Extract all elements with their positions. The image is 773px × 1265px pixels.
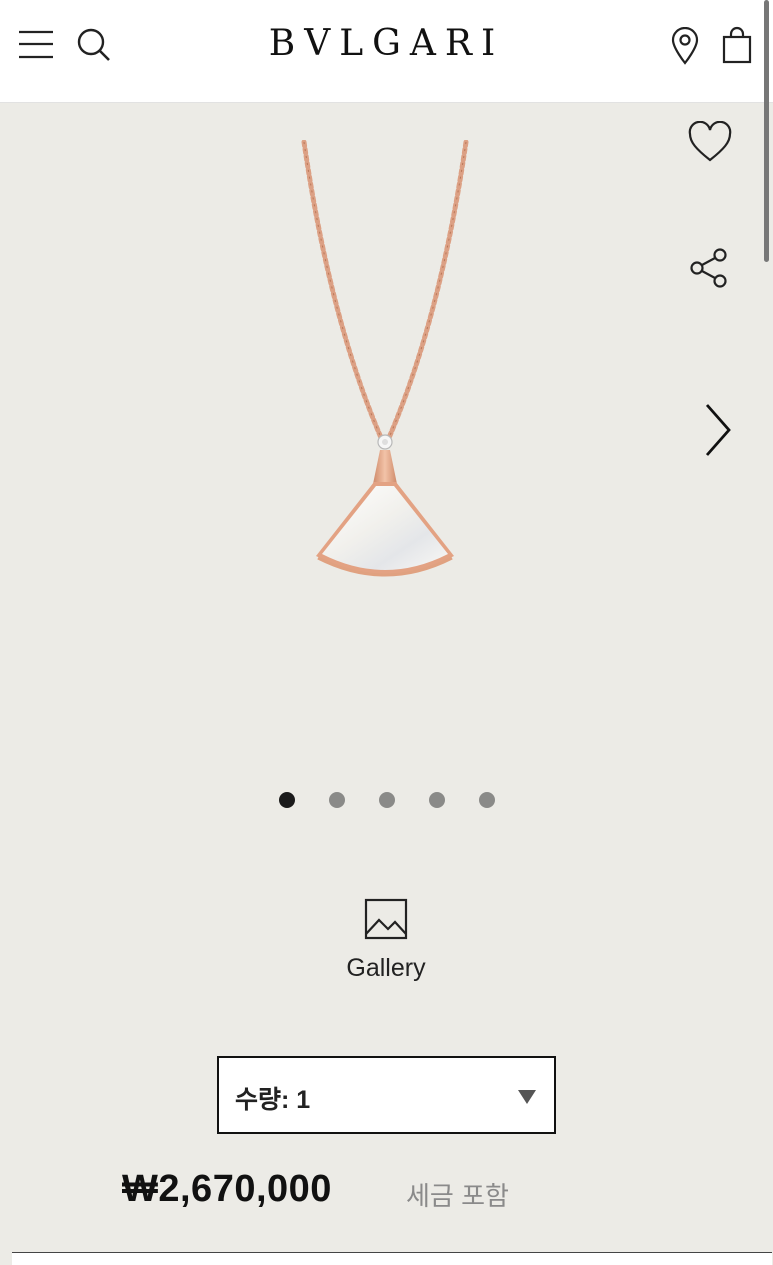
brand-logo[interactable]: BVLGARI [0, 22, 773, 66]
location-pin-icon[interactable] [670, 27, 700, 65]
product-image-necklace [301, 140, 469, 577]
gallery-label: Gallery [346, 954, 426, 982]
share-icon[interactable] [688, 246, 732, 290]
carousel-dot[interactable] [478, 792, 495, 808]
chevron-right-icon[interactable] [702, 402, 734, 458]
shopping-bag-icon[interactable] [722, 26, 752, 64]
image-icon [364, 898, 408, 940]
quantity-label: 수량: 1 [235, 1086, 311, 1114]
page-scrollbar[interactable] [764, 0, 769, 262]
carousel-dot[interactable] [378, 792, 395, 808]
quantity-select[interactable]: 수량: 1 [217, 1056, 556, 1134]
heart-icon[interactable] [688, 121, 732, 163]
carousel-dot[interactable] [428, 792, 445, 808]
bottom-divider [12, 1252, 772, 1265]
dropdown-arrow-icon [518, 1090, 536, 1104]
carousel-dot[interactable] [278, 792, 295, 808]
gallery-button[interactable]: Gallery [326, 898, 446, 983]
carousel-dot[interactable] [328, 792, 345, 808]
tax-note: 세금 포함 [406, 1181, 509, 1211]
top-header: BVLGARI [0, 0, 773, 103]
product-price: ₩2,670,000 [122, 1168, 332, 1210]
carousel-dots [0, 792, 773, 808]
